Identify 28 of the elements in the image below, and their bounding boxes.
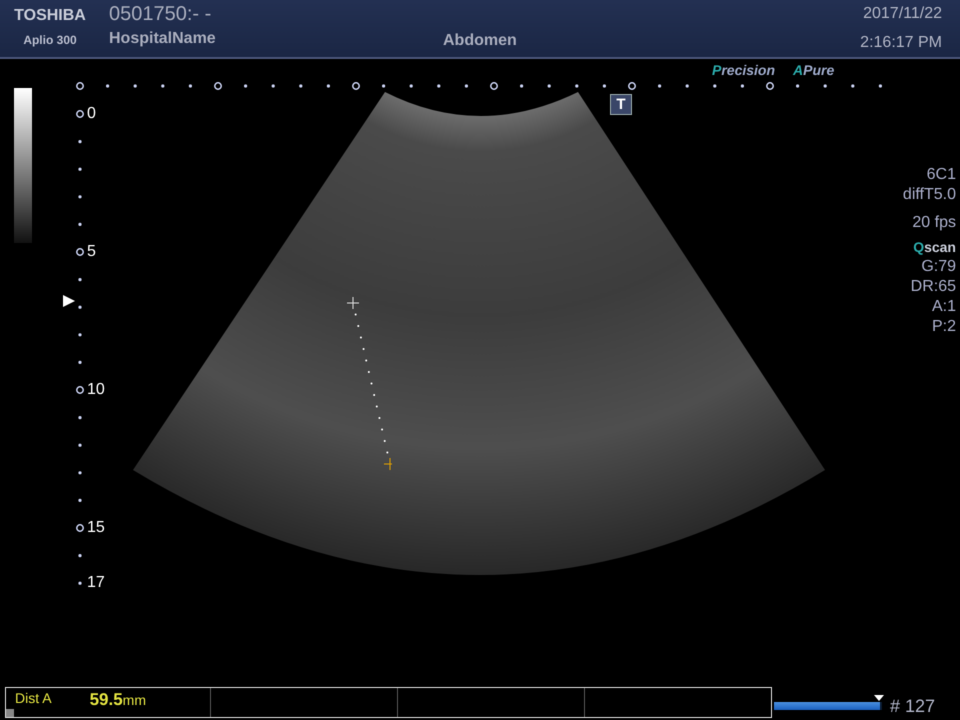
scan-parameter: A:1 [932,297,956,317]
depth-label: 0 [87,105,96,123]
frame-number: # 127 [890,696,936,716]
measurement-label: Dist A [15,690,52,706]
scan-parameter: G:79 [921,257,956,277]
exam-time: 2:16:17 PM [860,34,942,52]
depth-label: 10 [87,381,105,399]
scan-parameter: P:2 [932,317,956,337]
feature-logo: APure [793,62,834,78]
model-name: Aplio 300 [23,33,77,47]
exam-type: Abdomen [443,32,517,49]
brand-name: TOSHIBA [14,7,86,25]
exam-date: 2017/11/22 [863,5,942,23]
measurement-value: 59.5mm [90,690,146,710]
cursor-square-icon [6,708,14,716]
hospital-name: HospitalName [109,30,217,48]
scan-parameter: DR:65 [910,277,956,297]
mode-badge: T [610,94,632,115]
scan-parameter: 20 fps [912,213,956,233]
feature-logo: Qscan [913,238,956,257]
feature-logo: Precision [712,62,776,78]
scan-parameter: diffT5.0 [902,185,956,205]
depth-label: 17 [87,574,105,592]
patient-id: 0501750:- - [109,3,212,26]
scan-parameter: 6C1 [926,165,956,185]
depth-label: 5 [87,243,96,261]
focus-marker-icon [63,295,75,307]
depth-label: 15 [87,519,105,537]
